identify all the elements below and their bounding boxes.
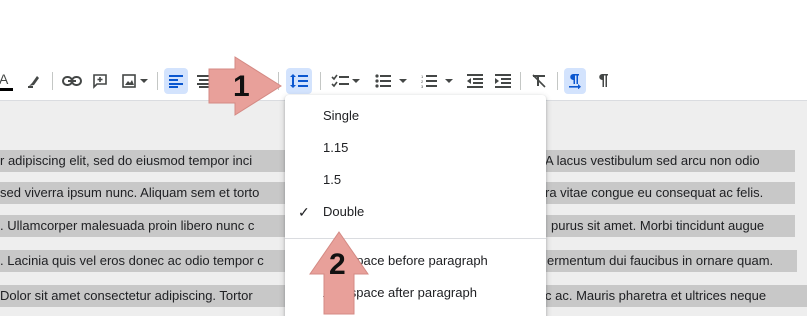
numbered-list-icon[interactable]: 123 <box>418 68 456 94</box>
toolbar-separator <box>157 72 158 90</box>
menu-item-double[interactable]: ✓ Double <box>285 196 546 228</box>
menu-item-label: Single <box>323 108 360 123</box>
menu-item-label: Double <box>323 204 365 219</box>
align-left-icon[interactable] <box>164 68 188 94</box>
image-icon[interactable] <box>117 68 151 94</box>
clear-formatting-icon[interactable] <box>528 68 550 94</box>
increase-indent-icon[interactable] <box>492 68 514 94</box>
text-color-icon[interactable]: A <box>0 68 16 94</box>
toolbar-separator <box>52 72 53 90</box>
text-line-right: ra vitae congue eu consequat ac felis. <box>545 185 764 200</box>
check-icon: ✓ <box>298 204 310 220</box>
checklist-icon[interactable] <box>327 68 363 94</box>
chevron-down-icon <box>445 79 453 83</box>
decrease-indent-icon[interactable] <box>464 68 486 94</box>
chevron-down-icon <box>351 79 360 83</box>
line-spacing-icon[interactable] <box>286 68 312 94</box>
toolbar-separator <box>520 72 521 90</box>
toolbar-separator <box>320 72 321 90</box>
menu-item-1-5[interactable]: 1.5 <box>285 164 546 196</box>
chevron-down-icon <box>139 79 148 83</box>
text-line-left: Dolor sit amet consectetur adipiscing. T… <box>0 288 253 303</box>
rtl-icon[interactable] <box>592 68 614 94</box>
text-line-right: ermentum dui faucibus in ornare quam. <box>547 253 774 268</box>
link-icon[interactable] <box>60 68 84 94</box>
svg-text:A: A <box>0 71 9 87</box>
text-line-left: . Ullamcorper malesuada proin libero nun… <box>0 218 255 233</box>
text-line-right: purus sit amet. Morbi tincidunt augue <box>551 218 765 233</box>
menu-item-1-15[interactable]: 1.15 <box>285 132 546 164</box>
comment-icon[interactable] <box>89 68 111 94</box>
svg-text:3: 3 <box>421 84 424 88</box>
highlight-icon[interactable] <box>24 68 44 94</box>
chevron-down-icon <box>399 79 407 83</box>
callout-number-2: 2 <box>329 248 346 281</box>
menu-item-label: 1.15 <box>323 140 349 155</box>
menu-item-single[interactable]: Single <box>285 100 546 132</box>
callout-number-1: 1 <box>233 70 250 103</box>
text-line-right: A lacus vestibulum sed arcu non odio <box>545 153 760 168</box>
text-line-right: c ac. Mauris pharetra et ultrices neque <box>545 288 767 303</box>
bulleted-list-icon[interactable] <box>372 68 410 94</box>
toolbar-separator <box>557 72 558 90</box>
ltr-icon[interactable] <box>564 68 586 94</box>
text-line-left: sed viverra ipsum nunc. Aliquam sem et t… <box>0 185 260 200</box>
text-line-left: . Lacinia quis vel eros donec ac odio te… <box>0 253 264 268</box>
text-line-left: r adipiscing elit, sed do eiusmod tempor… <box>0 153 253 168</box>
menu-item-label: 1.5 <box>323 172 342 187</box>
